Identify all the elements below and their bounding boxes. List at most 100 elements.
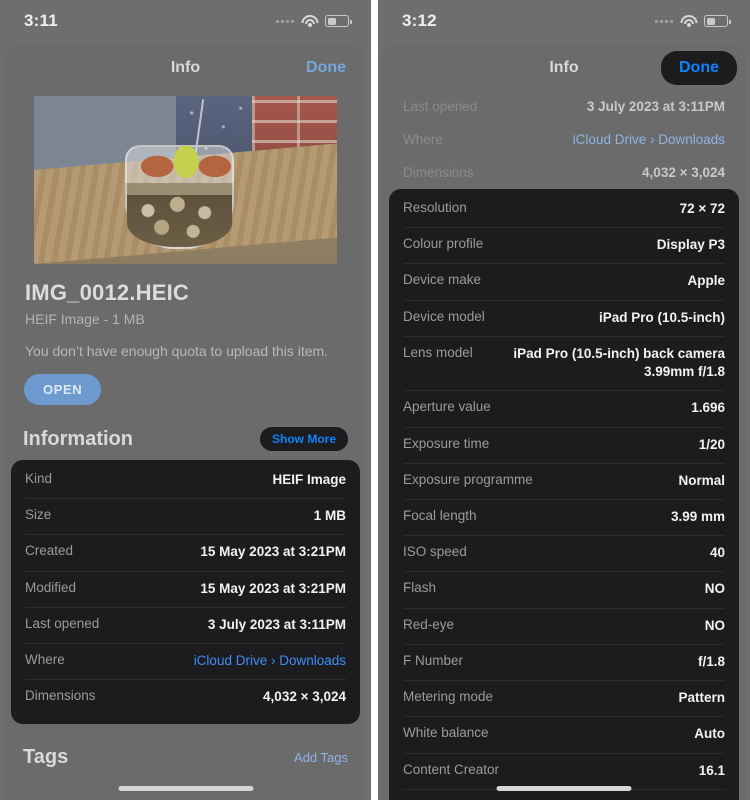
home-indicator[interactable]: [496, 786, 632, 791]
table-row: Device make Apple: [389, 263, 739, 299]
row-value: 3 July 2023 at 3:11PM: [586, 99, 725, 114]
table-row: F Number f/1.8: [389, 643, 739, 680]
battery-icon: [325, 15, 352, 27]
row-value: Auto: [694, 726, 725, 742]
signal-dots-icon: [655, 19, 673, 23]
row-key: Aperture value: [403, 399, 491, 415]
row-key: Where: [403, 132, 443, 147]
row-value: 16.1: [698, 762, 725, 778]
row-value[interactable]: iCloud Drive › Downloads: [573, 132, 725, 147]
table-row: Last opened 3 July 2023 at 3:11PM: [403, 90, 725, 123]
table-row: Colour profile Display P3: [389, 227, 739, 263]
status-icons: [655, 14, 731, 28]
page-title: Info: [170, 59, 201, 76]
table-row[interactable]: Where iCloud Drive › Downloads: [11, 643, 360, 679]
row-key: Last opened: [25, 615, 100, 631]
row-value: 4,032 × 3,024: [642, 165, 725, 180]
row-value: 15 May 2023 at 3:21PM: [200, 544, 346, 560]
table-row: Resolution 72 × 72: [389, 191, 739, 227]
row-value: iPad Pro (10.5-inch): [598, 309, 725, 325]
row-value: 3.99 mm: [670, 508, 725, 524]
table-row: Kind HEIF Image: [11, 462, 360, 498]
row-value: 40: [709, 545, 725, 561]
table-row: Lens model iPad Pro (10.5-inch) back came…: [389, 335, 739, 390]
table-row: Size 1 MB: [11, 498, 360, 534]
screenshot-stage: 3:11 Info Done IMG_0012.HEIC HEIF Image …: [0, 0, 750, 800]
right-phone-screen: 3:12 Info Done Last opened 3 July 2023 at…: [378, 0, 750, 800]
row-key: Kind: [25, 471, 53, 486]
row-value: 4,032 × 3,024: [263, 689, 346, 705]
info-scroll-right[interactable]: Last opened 3 July 2023 at 3:11PM Where iCl…: [383, 90, 745, 800]
information-heading: Information: [23, 427, 133, 450]
file-thumbnail-image[interactable]: [34, 96, 337, 264]
navbar-right: Info Done: [383, 46, 745, 90]
row-key: Focal length: [403, 507, 477, 523]
row-value: 1.696: [691, 400, 725, 416]
row-value: f/1.8: [697, 653, 725, 669]
table-row: White balance Auto: [389, 716, 739, 752]
row-key: Red-eye: [403, 616, 455, 632]
table-row: Red-eye NO: [389, 607, 739, 644]
row-key: Dimensions: [403, 165, 474, 180]
file-subtitle: HEIF Image - 1 MB: [25, 311, 145, 327]
row-value: 3 July 2023 at 3:11PM: [207, 616, 346, 632]
row-value: iPad Pro (10.5-inch) back camera 3.99mm …: [513, 345, 725, 380]
table-row: Modified 15 May 2023 at 3:21PM: [11, 570, 360, 607]
signal-dots-icon: [276, 19, 294, 23]
row-value: 1/20: [698, 436, 725, 452]
row-key: Size: [25, 507, 52, 523]
row-key: Where: [25, 652, 65, 668]
row-key: Created: [25, 543, 74, 559]
row-key: Modified: [25, 579, 77, 595]
table-row: ISO speed 40: [389, 535, 739, 571]
row-key: White balance: [403, 725, 489, 741]
info-scroll-left[interactable]: IMG_0012.HEIC HEIF Image - 1 MB You don’…: [5, 90, 366, 800]
thumb-succulent: [133, 146, 238, 180]
table-row: Exposure programme Normal: [389, 462, 739, 499]
row-value: NO: [704, 617, 725, 633]
row-value: NO: [704, 581, 725, 597]
table-row: Last opened 3 July 2023 at 3:11PM: [11, 606, 360, 643]
quota-message: You don’t have enough quota to upload th…: [25, 343, 329, 359]
row-value: Normal: [678, 472, 725, 488]
battery-icon: [704, 15, 731, 27]
row-value: 72 × 72: [679, 201, 725, 216]
row-key: Device make: [403, 272, 482, 288]
status-time: 3:11: [24, 11, 58, 30]
show-more-button[interactable]: Show More: [259, 427, 348, 451]
status-bar-left: 3:11: [0, 0, 371, 42]
row-value[interactable]: iCloud Drive › Downloads: [194, 652, 346, 670]
left-phone-screen: 3:11 Info Done IMG_0012.HEIC HEIF Image …: [0, 0, 371, 800]
table-row: Aperture value 1.696: [389, 390, 739, 426]
row-key: Flash: [403, 580, 437, 596]
row-value: 1 MB: [313, 508, 346, 524]
table-row: Created 15 May 2023 at 3:21PM: [11, 534, 360, 570]
wifi-icon: [301, 14, 318, 28]
done-button[interactable]: Done: [661, 51, 737, 85]
row-key: Exposure programme: [403, 471, 533, 487]
row-key: Content Creator: [403, 761, 500, 777]
row-key: Dimensions: [25, 688, 96, 704]
done-button[interactable]: Done: [300, 56, 352, 80]
tags-heading: Tags: [23, 745, 69, 768]
row-key: Metering mode: [403, 689, 494, 705]
add-tags-button[interactable]: Add Tags: [294, 750, 348, 765]
table-row: Device model iPad Pro (10.5-inch): [389, 299, 739, 336]
home-indicator[interactable]: [118, 786, 253, 791]
row-value: Apple: [687, 273, 725, 289]
row-key: Lens model: [403, 344, 473, 360]
navbar-left: Info Done: [5, 46, 366, 90]
row-key: Resolution: [403, 200, 467, 215]
table-row[interactable]: Where iCloud Drive › Downloads: [403, 123, 725, 156]
row-key: ISO speed: [403, 544, 467, 560]
information-card: Kind HEIF Image Size 1 MB Created 15 May 2023…: [11, 460, 360, 724]
wifi-icon: [680, 14, 697, 28]
open-button[interactable]: OPEN: [24, 374, 102, 405]
table-row: Exposure time 1/20: [389, 426, 739, 463]
row-key: Colour profile: [403, 236, 484, 252]
table-row: Dimensions 4,032 × 3,024: [403, 156, 725, 189]
thumbnail-container[interactable]: [5, 90, 366, 264]
row-value: HEIF Image: [272, 472, 346, 487]
row-value: Pattern: [678, 690, 725, 706]
table-row: Focal length 3.99 mm: [389, 498, 739, 535]
